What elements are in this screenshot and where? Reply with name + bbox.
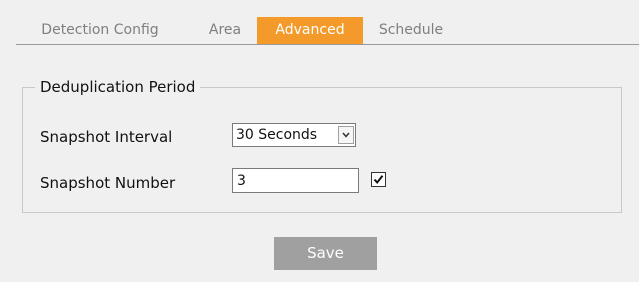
snapshot-number-checkbox[interactable] — [371, 172, 386, 187]
tab-area[interactable]: Area — [205, 17, 245, 44]
snapshot-interval-value: 30 Seconds — [236, 127, 318, 143]
tab-advanced[interactable]: Advanced — [257, 17, 363, 44]
deduplication-period-group: Deduplication Period Snapshot Interval 3… — [22, 76, 622, 213]
section-title: Deduplication Period — [35, 76, 201, 98]
snapshot-interval-label: Snapshot Interval — [40, 128, 173, 146]
tab-bar: Detection Config Area Advanced Schedule — [16, 17, 639, 45]
tab-schedule[interactable]: Schedule — [373, 17, 449, 44]
snapshot-number-label: Snapshot Number — [40, 174, 176, 192]
save-button[interactable]: Save — [274, 237, 377, 270]
snapshot-number-input[interactable] — [232, 168, 359, 193]
checkmark-icon — [373, 175, 384, 185]
chevron-down-icon[interactable] — [338, 126, 354, 144]
tab-detection-config[interactable]: Detection Config — [30, 17, 170, 44]
snapshot-interval-select[interactable]: 30 Seconds — [232, 123, 356, 147]
